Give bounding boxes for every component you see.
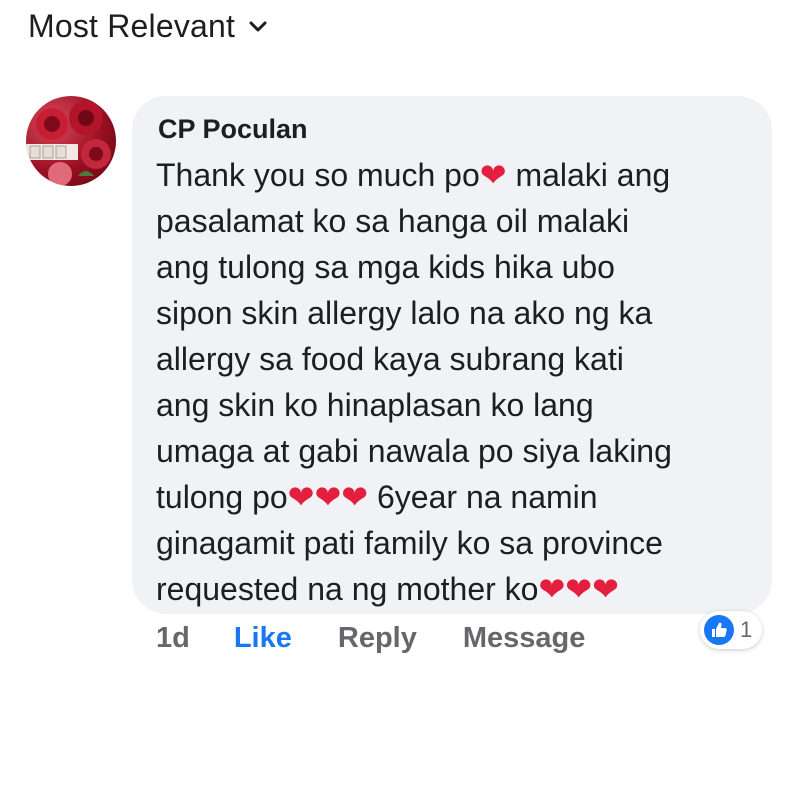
comment-line: Thank you so much po❤ malaki ang [156,157,671,193]
avatar-roses-image [26,101,111,186]
comment-actions: 1d Like Reply Message [156,622,631,655]
comment-line: ang tulong sa mga kids hika ubo [156,249,615,285]
comment-line: requested na ng mother ko❤❤❤ [156,571,619,607]
comment-line: umaga at gabi nawala po siya laking [156,433,672,469]
sort-dropdown[interactable]: Most Relevant [28,8,267,45]
reply-button[interactable]: Reply [338,622,417,655]
like-thumb-icon [704,615,734,645]
comment-line: pasalamat ko sa hanga oil malaki [156,203,630,239]
heart-emoji: ❤❤❤ [287,479,369,515]
comment-line: sipon skin allergy lalo na ako ng ka [156,295,653,331]
avatar[interactable] [26,96,116,186]
chevron-down-icon [249,21,267,31]
comment-timestamp[interactable]: 1d [156,622,190,655]
comment-line: tulong po❤❤❤ 6year na namin [156,479,598,515]
comment-line: allergy sa food kaya subrang kati [156,341,624,377]
comment-line: ginagamit pati family ko sa province [156,525,663,561]
comment-author[interactable]: CP Poculan [158,114,308,145]
message-button[interactable]: Message [463,622,586,655]
reaction-count: 1 [740,617,753,642]
sort-label: Most Relevant [28,8,236,44]
comment-line: ang skin ko hinaplasan ko lang [156,387,594,423]
like-button[interactable]: Like [234,622,292,655]
comment-text: Thank you so much po❤ malaki ang pasalam… [156,152,756,612]
reaction-summary[interactable]: 1 [700,611,763,649]
heart-emoji: ❤❤❤ [538,571,619,607]
heart-emoji: ❤ [479,157,507,193]
